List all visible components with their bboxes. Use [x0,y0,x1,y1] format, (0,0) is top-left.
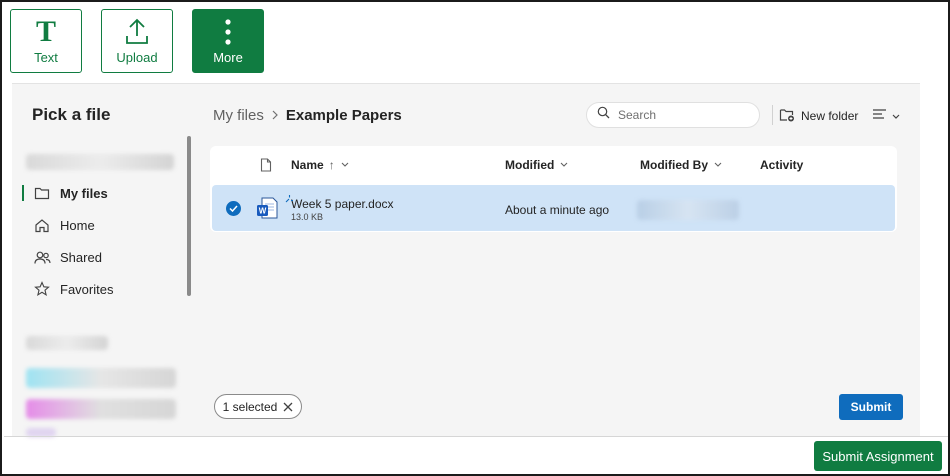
chevron-down-icon [892,107,900,125]
breadcrumb-root[interactable]: My files [213,107,264,124]
assignment-window: T Text Upload More Pick a file My files [0,0,950,476]
sort-ascending-icon: ↑ [328,158,335,172]
submit-button[interactable]: Submit [839,394,903,420]
file-size: 13.0 KB [291,212,324,222]
sidebar-item-shared[interactable]: Shared [22,243,182,271]
search-input[interactable]: Search [586,102,760,128]
table-row[interactable]: W Week 5 paper.docx 13.0 KB About a minu… [212,185,895,231]
footer-divider [4,436,948,437]
home-icon [32,218,52,233]
picker-main: My files Example Papers Search New folde… [194,84,920,437]
sidebar-item-label: My files [60,185,108,201]
sidebar-item-home[interactable]: Home [22,211,182,239]
new-file-sparkle-icon [285,190,294,208]
chevron-down-icon [714,162,722,168]
file-name: Week 5 paper.docx [291,197,394,211]
sidebar-item-label: Favorites [60,281,114,297]
file-modified: About a minute ago [505,203,610,217]
chevron-right-icon [272,108,278,123]
text-icon: T [35,14,56,48]
view-options-button[interactable] [872,106,900,126]
upload-button-label: Upload [116,49,158,65]
new-folder-icon [779,108,795,125]
word-document-icon: W [256,196,278,225]
file-picker: Pick a file My files Home Shared Favorit… [12,83,920,437]
column-header-activity: Activity [760,146,803,184]
toolbar-divider [772,105,773,125]
sidebar-item-favorites[interactable]: Favorites [22,275,182,303]
site-item-blurred [26,368,176,388]
upload-button[interactable]: Upload [101,9,173,73]
chevron-down-icon [560,162,568,168]
column-header-modified-by-label: Modified By [640,158,708,172]
column-header-modified-by[interactable]: Modified By [640,146,722,184]
modified-by-blurred [637,200,739,220]
svg-text:W: W [259,207,267,216]
star-icon [32,281,52,297]
sidebar-item-label: Home [60,217,95,233]
search-icon [597,106,610,124]
column-header-modified[interactable]: Modified [505,146,568,184]
file-list: Name ↑ Modified Modified By Activity W W… [210,146,897,232]
column-header-activity-label: Activity [760,158,804,172]
sidebar-item-label: Shared [60,249,102,265]
checkmark-circle-icon[interactable] [226,201,241,216]
sidebar-scrollbar[interactable] [187,136,191,296]
more-button-label: More [213,49,243,65]
picker-sidebar: Pick a file My files Home Shared Favorit… [12,84,194,437]
text-button-label: Text [34,49,58,65]
submit-assignment-button[interactable]: Submit Assignment [814,441,942,471]
more-button[interactable]: More [192,9,264,73]
column-header-modified-label: Modified [505,158,555,172]
new-folder-button[interactable]: New folder [779,106,858,126]
picker-title: Pick a file [32,105,111,124]
file-type-header-icon [260,146,272,184]
selected-count-chip[interactable]: 1 selected [214,394,302,419]
sidebar-item-my-files[interactable]: My files [22,179,182,207]
people-icon [32,250,52,265]
text-button[interactable]: T Text [10,9,82,73]
search-placeholder: Search [618,108,657,122]
breadcrumb-current: Example Papers [285,107,402,124]
chevron-down-icon [341,162,349,168]
folder-icon [32,186,52,200]
more-vertical-icon [224,18,232,46]
site-item-blurred [26,399,176,419]
section-heading-blurred [26,336,108,350]
breadcrumb: My files Example Papers [213,107,402,124]
selected-count-label: 1 selected [222,399,278,414]
account-name-blurred [26,154,174,170]
column-header-name[interactable]: Name ↑ [291,146,349,184]
close-icon[interactable] [283,402,293,412]
list-view-icon [872,107,887,125]
column-header-name-label: Name [291,158,324,172]
new-folder-label: New folder [801,109,859,123]
upload-icon [124,18,150,46]
